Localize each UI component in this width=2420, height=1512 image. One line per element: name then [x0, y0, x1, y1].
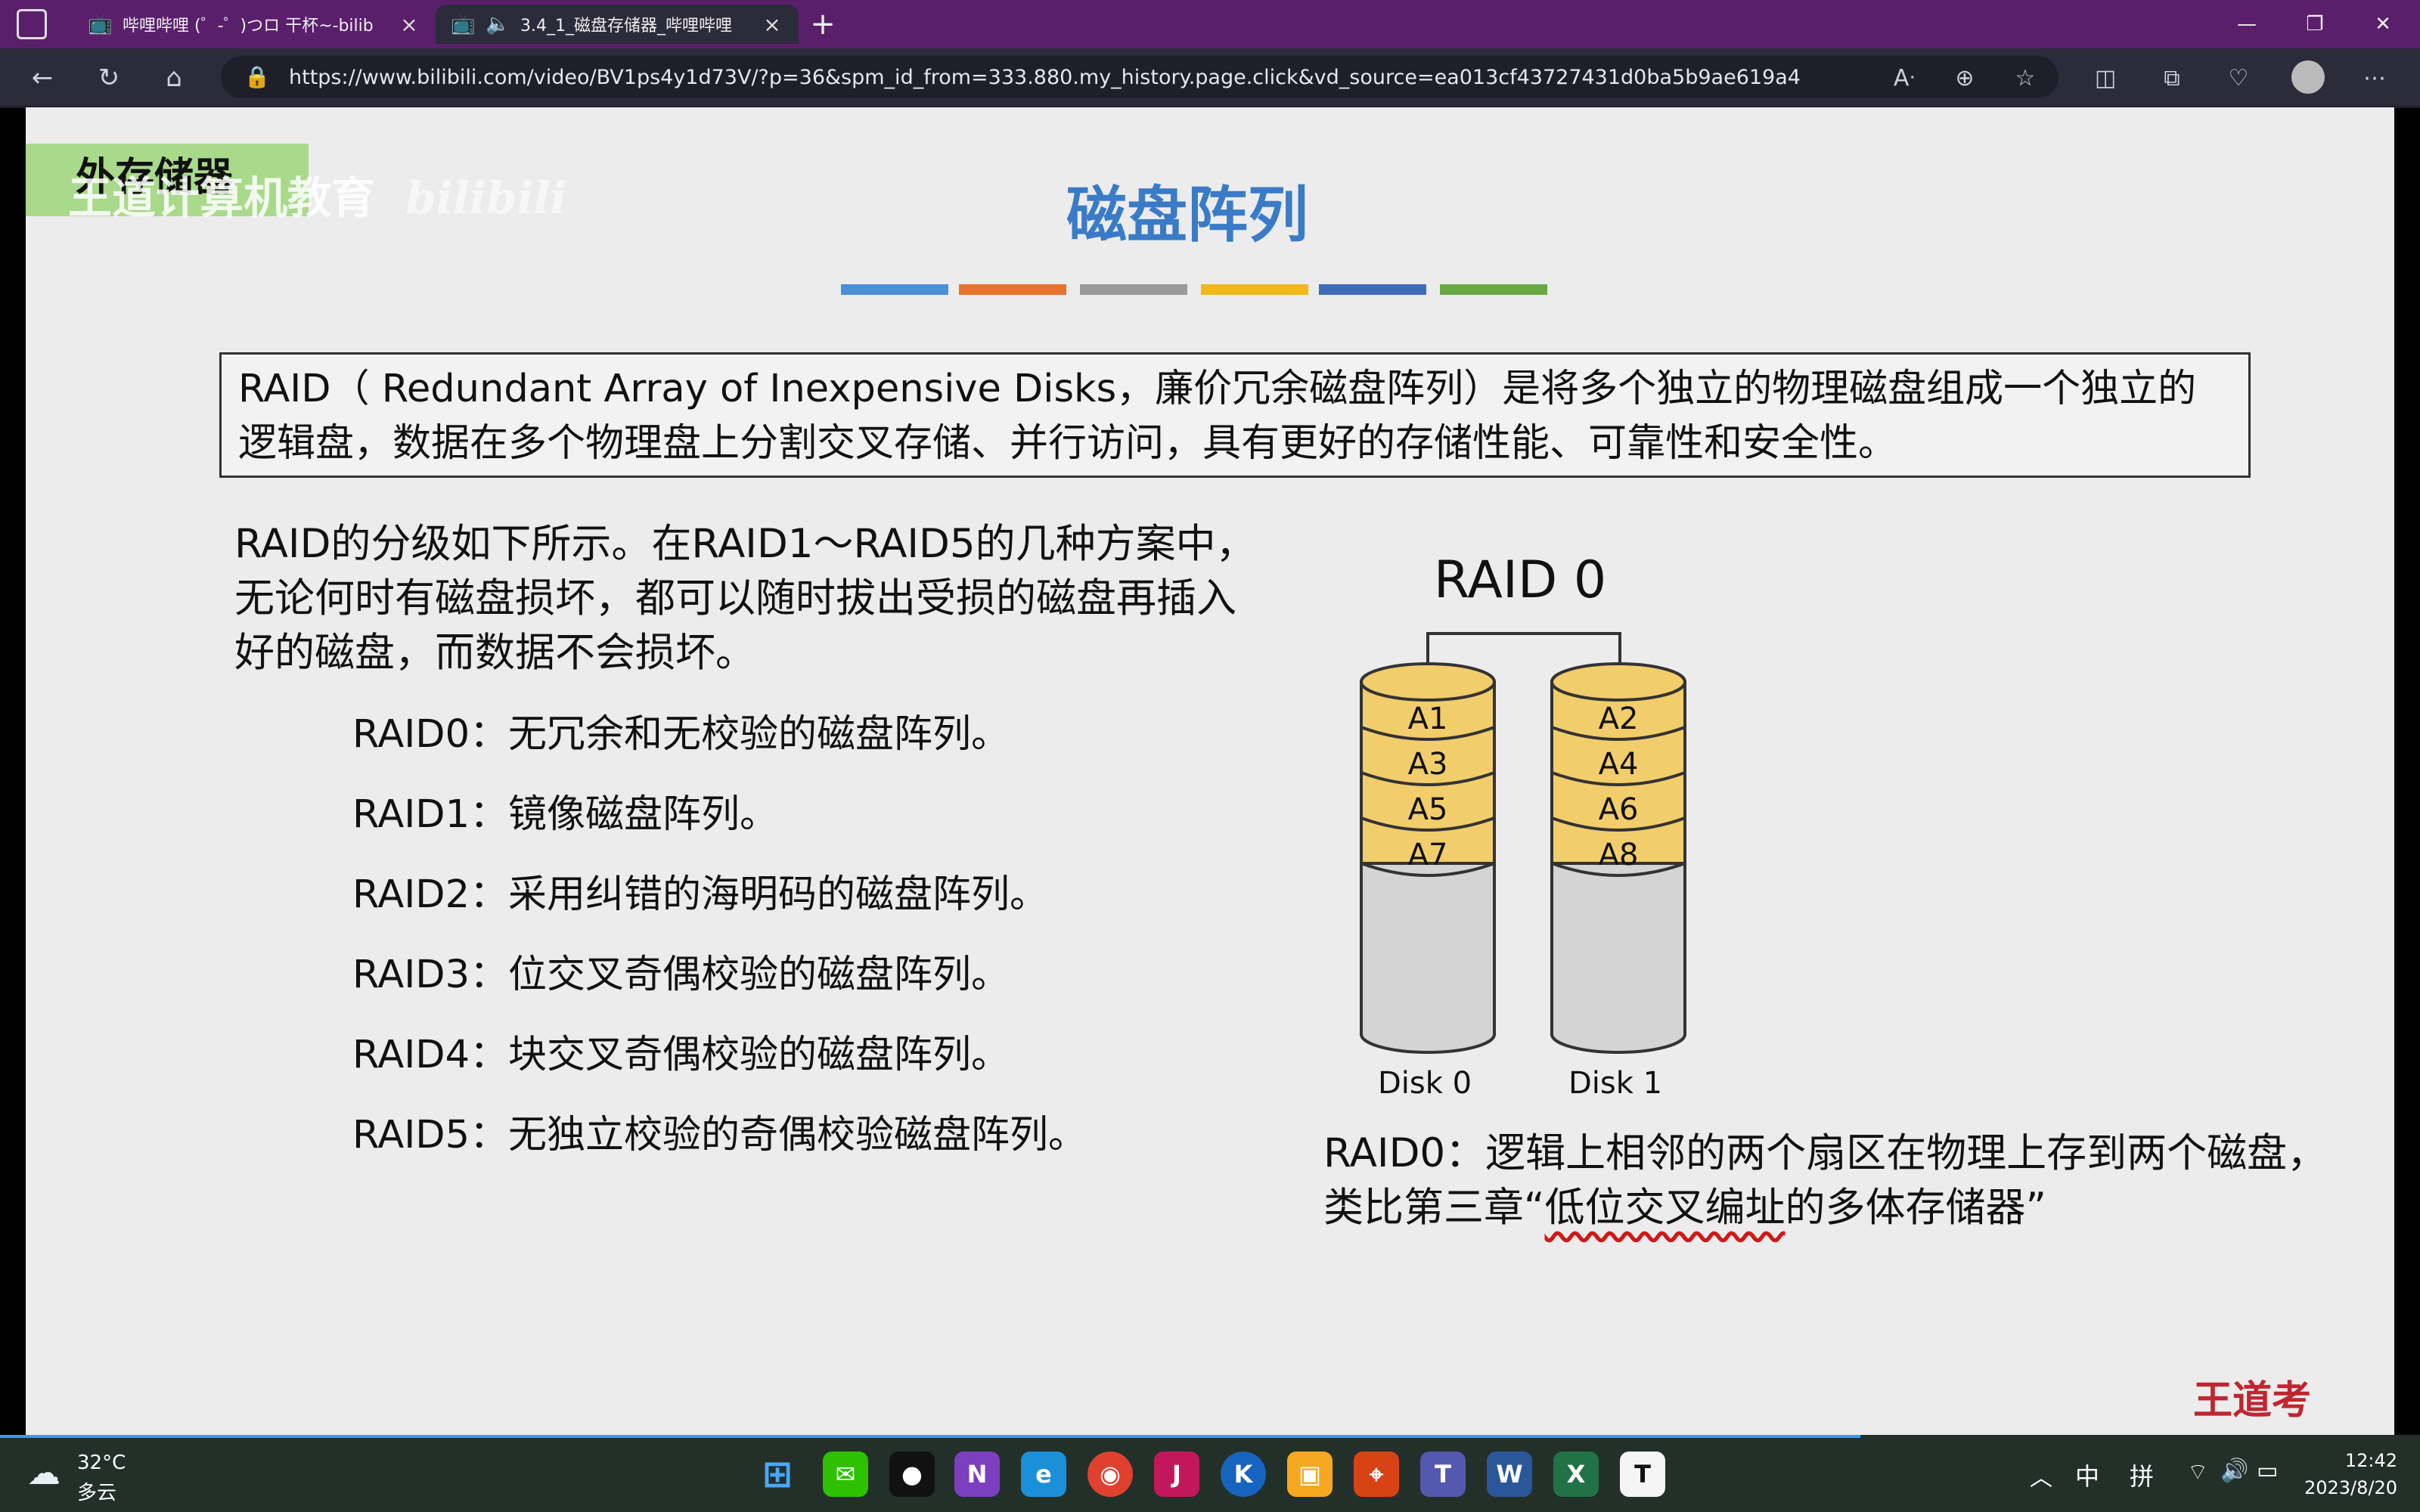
tab-bilibili-home[interactable]: 📺 哔哩哔哩 (゜-゜)つロ 干杯~-bilib ×	[73, 5, 436, 44]
definition-box: RAID（ Redundant Array of Inexpensive Dis…	[219, 352, 2251, 478]
tab-actions-icon[interactable]	[17, 9, 47, 39]
maps-icon[interactable]: ⌖	[1354, 1452, 1399, 1497]
tab-label: 哔哩哔哩 (゜-゜)つロ 干杯~-bilib	[123, 17, 374, 36]
watermark-text: 王道计算机教育 bilibili	[68, 168, 597, 228]
raid0-caption: RAID0：逻辑上相邻的两个扇区在物理上存到两个磁盘，类比第三章“低位交叉编址的…	[1323, 1126, 2329, 1235]
box-app-icon[interactable]: ▣	[1287, 1452, 1333, 1497]
chrome-icon[interactable]: ◉	[1087, 1452, 1133, 1497]
close-tab-icon[interactable]: ×	[398, 12, 420, 37]
brand-footer: 王道考研/CSKAOYAN.COM	[1902, 1378, 2311, 1476]
clock-time[interactable]: 12:42	[2329, 1450, 2397, 1471]
speaker-icon[interactable]: 🔈	[486, 13, 510, 36]
video-frame[interactable]	[26, 107, 2394, 1435]
watermark-brand: 王道计算机教育	[68, 172, 376, 224]
block-label: A7	[1408, 838, 1448, 872]
video-progress[interactable]	[0, 1435, 1860, 1438]
zoom-icon[interactable]: ⊕	[1944, 59, 1986, 97]
block-label: A2	[1599, 702, 1639, 736]
word-icon[interactable]: W	[1487, 1452, 1532, 1497]
typora-icon[interactable]: T	[1620, 1452, 1665, 1497]
color-bar-4	[1201, 284, 1308, 295]
block-label: A3	[1408, 747, 1448, 782]
collections-icon[interactable]: ⧉	[2151, 59, 2193, 97]
profile-avatar[interactable]	[2291, 60, 2325, 94]
close-tab-icon[interactable]: ×	[761, 12, 783, 37]
bilibili-tv-icon: 📺	[88, 13, 113, 36]
wifi-icon[interactable]: ⌔	[2187, 1458, 2208, 1486]
restore-button[interactable]: ❐	[2281, 0, 2349, 48]
raid-level-item: RAID1：镜像磁盘阵列。	[352, 792, 779, 837]
onenote-icon[interactable]: N	[954, 1452, 1000, 1497]
battery-icon[interactable]: ▭	[2257, 1458, 2278, 1484]
disk-body-cover	[1553, 1005, 1683, 1034]
edge-icon[interactable]: e	[1021, 1452, 1066, 1497]
refresh-icon[interactable]: ↻	[86, 59, 132, 97]
raid-level-item: RAID4：块交叉奇偶校验的磁盘阵列。	[352, 1033, 1010, 1077]
read-aloud-icon[interactable]: Aᐧ	[1883, 59, 1925, 97]
diagram-title: RAID 0	[1434, 552, 1606, 610]
intro-paragraph: RAID的分级如下所示。在RAID1～RAID5的几种方案中，无论何时有磁盘损坏…	[234, 521, 1256, 676]
wechat-icon[interactable]: ✉	[823, 1452, 868, 1497]
block-label: A6	[1599, 792, 1639, 827]
disk-body-cover	[1363, 1005, 1493, 1034]
clock-date[interactable]: 2023/8/20	[2291, 1477, 2397, 1498]
extensions-icon[interactable]: ♡	[2217, 59, 2260, 97]
tab-disk-storage-video[interactable]: 📺 🔈 3.4_1_磁盘存储器_哔哩哔哩 ×	[436, 5, 799, 44]
definition-text: RAID（ Redundant Array of Inexpensive Dis…	[238, 367, 2197, 466]
minimize-button[interactable]: —	[2213, 0, 2281, 48]
excel-icon[interactable]: X	[1553, 1452, 1599, 1497]
raid-level-item: RAID0：无冗余和无校验的磁盘阵列。	[352, 712, 1010, 757]
ime-mode-indicator[interactable]: 拼	[2130, 1458, 2154, 1492]
disk-1: A2 A4 A6 A8 Disk 1	[1550, 662, 1686, 1101]
disk-label: Disk 1	[1568, 1066, 1662, 1101]
bilibili-tv-icon: 📺	[451, 13, 476, 36]
new-tab-button[interactable]: +	[805, 6, 841, 42]
bilibili-logo: bilibili	[405, 172, 567, 224]
weather-temp[interactable]: 32°C	[77, 1452, 126, 1474]
block-label: A8	[1599, 838, 1639, 872]
slide-title: 磁盘阵列	[1066, 180, 1308, 250]
teams-icon[interactable]: T	[1420, 1452, 1466, 1497]
qq-icon[interactable]: ●	[889, 1452, 935, 1497]
caption-highlight: 低位交叉编址	[1544, 1185, 1786, 1231]
raid-level-item: RAID3：位交叉奇偶校验的磁盘阵列。	[352, 953, 1010, 997]
favorite-star-icon[interactable]: ☆	[2004, 59, 2046, 97]
split-screen-icon[interactable]: ◫	[2084, 59, 2127, 97]
raid-level-item: RAID5：无独立校验的奇偶校验磁盘阵列。	[352, 1113, 1087, 1157]
k-app-icon[interactable]: K	[1221, 1452, 1266, 1497]
weather-desc[interactable]: 多云	[77, 1477, 116, 1505]
color-bar-3	[1080, 284, 1187, 295]
disk-top	[1360, 662, 1496, 702]
start-icon[interactable]: ⊞	[755, 1452, 800, 1497]
color-bar-5	[1319, 284, 1426, 295]
color-bar-2	[959, 284, 1066, 295]
disk-0: A1 A3 A5 A7 Disk 0	[1360, 662, 1496, 1101]
tray-overflow-icon[interactable]: ︿	[2030, 1459, 2052, 1492]
lock-icon[interactable]: 🔒	[244, 64, 271, 91]
disk-top	[1550, 662, 1686, 702]
color-bar-6	[1440, 284, 1547, 295]
tab-label: 3.4_1_磁盘存储器_哔哩哔哩	[520, 17, 732, 36]
color-bar-1	[841, 284, 948, 295]
close-window-button[interactable]: ✕	[2349, 0, 2417, 48]
weather-cloud-icon[interactable]: ☁	[27, 1456, 70, 1491]
ime-lang-indicator[interactable]: 中	[2075, 1458, 2099, 1492]
url-text[interactable]: https://www.bilibili.com/video/BV1ps4y1d…	[289, 63, 1801, 93]
back-arrow-icon[interactable]: ←	[20, 59, 65, 97]
disk-label: Disk 0	[1378, 1066, 1472, 1101]
more-menu-icon[interactable]: ⋯	[2353, 59, 2396, 97]
raid0-diagram: RAID 0 A1 A3 A5 A7 Disk 0 A2 A4 A6 A8 Di…	[1360, 552, 1686, 1101]
volume-icon[interactable]: 🔊	[2220, 1458, 2248, 1484]
windows-taskbar	[0, 1435, 2420, 1512]
jetbrains-icon[interactable]: J	[1154, 1452, 1199, 1497]
block-label: A1	[1408, 702, 1448, 736]
home-icon[interactable]: ⌂	[151, 59, 197, 97]
raid-level-item: RAID2：采用纠错的海明码的磁盘阵列。	[352, 872, 1049, 917]
caption-text-c: 的多体存储器”	[1785, 1185, 2046, 1231]
block-label: A4	[1599, 747, 1639, 782]
block-label: A5	[1408, 792, 1448, 827]
